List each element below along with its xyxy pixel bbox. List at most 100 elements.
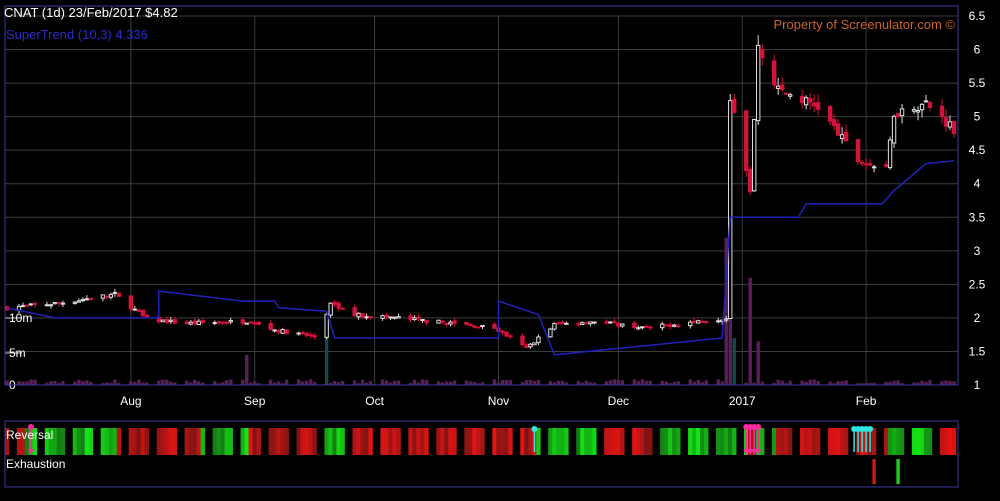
reversal-cell [779,428,785,455]
y-tick-label: 3.5 [969,210,986,224]
volume-bar [952,381,956,385]
candle-body [783,92,789,95]
reversal-cell [772,428,777,455]
volume-bar [332,381,337,385]
reversal-cell [927,428,933,455]
volume-bar [225,380,229,385]
volume-bar [892,380,896,385]
volume-bar [616,379,621,385]
candle-body [899,108,905,117]
y-tick-label: 6.5 [969,9,986,23]
candle-body [256,321,261,325]
x-tick-label: 2017 [729,394,756,408]
candle-body [724,318,729,321]
candle-body [700,320,705,323]
volume-bar [424,379,429,385]
candle-body [360,313,365,318]
reversal-cell [420,428,425,455]
volume-bar [73,381,77,385]
volume-bar [884,381,888,385]
candle-body [200,320,205,324]
candle-body [548,328,553,338]
reversal-cell [212,428,217,455]
reversal-cell [496,428,501,455]
candle-body [692,320,697,323]
volume-bar [644,380,649,385]
indicator-label: SuperTrend (10,3) 4.336 [6,27,148,42]
candle-body [220,321,225,324]
candle-body [280,329,285,334]
volume-bar [253,381,257,385]
reversal-cell [468,428,473,455]
volume-bar [340,380,345,385]
candle-body [364,316,369,319]
candle-body [48,304,54,307]
candle-body [228,320,233,323]
reversal-cell [364,428,369,455]
reversal-cell [80,428,86,455]
reversal-cell [444,428,449,455]
candle-body [616,322,621,327]
candle-body [827,106,833,122]
candle-body [44,304,50,307]
reversal-cell [448,428,453,455]
candle-body [779,84,785,91]
candle-body [468,324,473,327]
reversal-cell [911,428,917,455]
reversal-arrow-head [755,424,762,430]
volume-bar [508,380,513,385]
reversal-cell [116,428,122,455]
volume-bar [704,380,708,385]
volume-bar [648,380,653,385]
candle-body [676,324,681,327]
volume-bar [524,379,529,385]
candle-body [272,329,277,332]
candle-body [927,101,933,108]
volume-bar [896,380,900,385]
candle-body [252,322,257,325]
reversal-cell [156,428,162,455]
reversal-cell [252,428,257,455]
candle-body [420,319,425,322]
candle-body [536,336,541,344]
reversal-cell [871,428,877,455]
reversal-cell [216,428,221,455]
reversal-cell [472,428,477,455]
volume-bar [940,381,944,385]
volume-bar [492,379,497,385]
candle-body [268,323,273,331]
candle-body [919,103,925,111]
volume-bar [17,381,21,385]
volume-bar [81,381,85,385]
reversal-cell [620,428,625,455]
volume-bar [185,380,189,385]
reversal-cell [524,428,529,455]
reversal-cell [324,428,329,455]
volume-bar [157,380,161,385]
reversal-cell [112,428,118,455]
candle-body [480,324,485,327]
candle-body [328,302,333,316]
volume-bar [944,380,948,385]
reversal-cell [268,428,273,455]
candle-body [108,293,114,298]
candle-body [444,322,449,326]
volume-bar [732,338,736,385]
candle-body [408,315,413,321]
reversal-cell [632,428,637,455]
reversal-cell [412,428,417,455]
candle-body [336,302,341,309]
watermark: Property of Screenulator.com © [773,17,955,32]
candle-body [560,321,565,325]
candle-body [608,321,613,324]
reversal-cell [827,428,833,455]
candle-body [276,330,281,333]
reversal-cell [284,428,289,455]
candle-body [104,295,110,298]
reversal-cell [704,428,709,455]
candle-body [308,334,313,337]
reversal-cell [508,428,513,455]
reversal-cell [783,428,789,455]
reversal-cell [895,428,901,455]
candle-body [296,332,301,335]
